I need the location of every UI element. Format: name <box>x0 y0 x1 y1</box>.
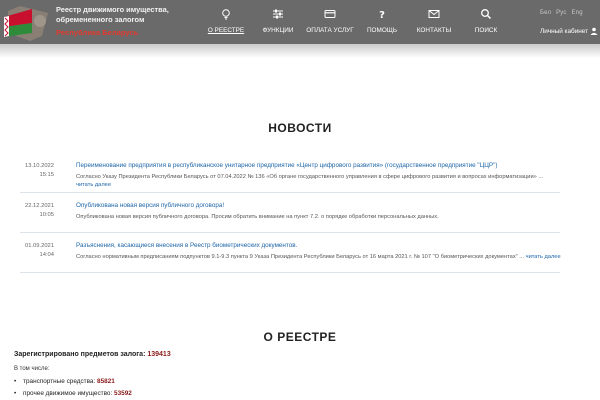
credit-card-icon <box>324 10 336 18</box>
question-icon: ? <box>379 10 385 20</box>
news-text: Опубликована новая версия публичного дог… <box>76 213 561 221</box>
lightbulb-icon <box>222 9 230 20</box>
registered-value: 139413 <box>147 351 171 358</box>
news-body: Разъяснения, касающиеся внесения в Реест… <box>76 241 561 261</box>
news-list: 13.10.2022 15:15 Переименование предприя… <box>20 158 561 273</box>
registered-count: Зарегистрировано предметов залога: 13941… <box>14 351 171 358</box>
lang-be[interactable]: Бел <box>540 10 551 16</box>
read-more-link[interactable]: читать далее <box>76 182 111 188</box>
news-date-day: 13.10.2022 <box>24 163 54 169</box>
stat-item: транспортные средства: 85821 <box>14 376 132 388</box>
nav-item-payment[interactable]: ОПЛАТА УСЛУГ <box>304 0 356 44</box>
search-icon <box>481 9 492 20</box>
stat-value: 53592 <box>114 390 132 397</box>
news-title-link[interactable]: Разъяснения, касающиеся внесения в Реест… <box>76 241 561 250</box>
stat-value: 85821 <box>97 378 115 385</box>
news-body: Опубликована новая версия публичного дог… <box>76 201 561 221</box>
main-nav: О РЕЕСТРЕ ФУНКЦИИ ОПЛАТА УСЛУГ ? ПОМОЩЬ … <box>200 0 512 44</box>
stat-label: транспортные средства: <box>23 378 96 385</box>
news-excerpt: Опубликована новая версия публичного дог… <box>76 214 439 220</box>
cabinet-label: Личный кабинет <box>540 27 589 35</box>
news-date-time: 10:05 <box>39 212 54 218</box>
news-date: 22.12.2021 10:05 <box>20 202 54 220</box>
news-date-day: 01.09.2021 <box>24 243 54 249</box>
stats-list: транспортные средства: 85821 прочее движ… <box>14 376 132 400</box>
lang-en[interactable]: Eng <box>571 10 582 16</box>
lang-ru[interactable]: Рус <box>556 10 567 16</box>
stat-label: прочее движимое имущество: <box>23 390 113 397</box>
news-title-link[interactable]: Опубликована новая версия публичного дог… <box>76 201 561 210</box>
user-icon <box>590 27 598 35</box>
news-date: 01.09.2021 14:04 <box>20 242 54 260</box>
news-heading: НОВОСТИ <box>268 121 332 135</box>
site-subtitle: Республика Беларусь <box>56 28 139 37</box>
news-text: Согласно Указу Президента Республики Бел… <box>76 173 561 189</box>
nav-item-help[interactable]: ? ПОМОЩЬ <box>356 0 408 44</box>
nav-item-contacts[interactable]: КОНТАКТЫ <box>408 0 460 44</box>
language-switcher: Бел Рус Eng <box>540 10 586 16</box>
nav-label: ПОИСК <box>474 27 498 34</box>
news-title-link[interactable]: Переименование предприятия в республикан… <box>76 161 561 170</box>
nav-item-about[interactable]: О РЕЕСТРЕ <box>200 0 252 44</box>
including-label: В том числе: <box>14 366 50 372</box>
news-text: Согласно нормативным предписаниям подпун… <box>76 253 561 261</box>
read-more-link[interactable]: читать далее <box>526 254 561 260</box>
svg-text:?: ? <box>379 10 385 20</box>
nav-label: ФУНКЦИИ <box>262 27 294 34</box>
registered-label: Зарегистрировано предметов залога: <box>14 351 146 358</box>
nav-item-functions[interactable]: ФУНКЦИИ <box>252 0 304 44</box>
personal-cabinet-link[interactable]: Личный кабинет <box>540 27 598 35</box>
nav-label: ПОМОЩЬ <box>366 27 398 34</box>
nav-label: ОПЛАТА УСЛУГ <box>306 27 354 34</box>
news-excerpt: Согласно нормативным предписаниям подпун… <box>76 254 525 260</box>
coat-of-arms-logo[interactable] <box>2 3 50 43</box>
news-body: Переименование предприятия в республикан… <box>76 161 561 189</box>
site-header: Реестр движимого имущества, обремененног… <box>0 0 600 58</box>
nav-label: О РЕЕСТРЕ <box>207 27 245 34</box>
envelope-icon <box>428 10 440 18</box>
site-title: Реестр движимого имущества, обремененног… <box>56 5 169 24</box>
news-excerpt: Согласно Указу Президента Республики Бел… <box>76 174 544 180</box>
news-date-time: 15:15 <box>39 172 54 178</box>
news-item: 01.09.2021 14:04 Разъяснения, касающиеся… <box>20 238 561 273</box>
news-item: 22.12.2021 10:05 Опубликована новая верс… <box>20 198 560 233</box>
nav-label: КОНТАКТЫ <box>416 27 452 34</box>
nav-item-search[interactable]: ПОИСК <box>460 0 512 44</box>
news-date-time: 14:04 <box>39 252 54 258</box>
stat-item: прочее движимое имущество: 53592 <box>14 388 132 400</box>
sliders-icon <box>273 9 283 19</box>
about-heading: О РЕЕСТРЕ <box>263 330 337 344</box>
news-date: 13.10.2022 15:15 <box>20 162 54 180</box>
news-item: 13.10.2022 15:15 Переименование предприя… <box>20 158 560 193</box>
news-date-day: 22.12.2021 <box>24 203 54 209</box>
